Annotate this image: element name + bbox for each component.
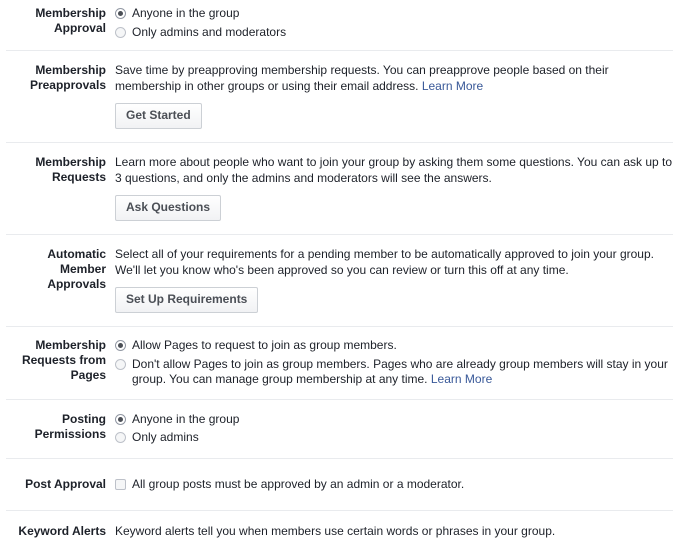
membership-requests-label: Membership Requests xyxy=(0,155,115,185)
radio-icon-unselected[interactable] xyxy=(115,27,126,38)
label-line-2: Approval xyxy=(0,21,106,36)
radio-icon-selected[interactable] xyxy=(115,340,126,351)
radio-icon-selected[interactable] xyxy=(115,414,126,425)
learn-more-link[interactable]: Learn More xyxy=(422,79,483,93)
label-line-1: Membership xyxy=(0,338,106,353)
automatic-approvals-description: Select all of your requirements for a pe… xyxy=(115,247,675,278)
section-membership-requests-from-pages: Membership Requests from Pages Allow Pag… xyxy=(0,327,679,399)
radio-option-only-admins[interactable]: Only admins xyxy=(115,430,675,446)
checkbox-option-post-approval[interactable]: All group posts must be approved by an a… xyxy=(115,477,675,493)
label-line-1: Membership xyxy=(0,63,106,78)
section-keyword-alerts: Keyword Alerts Keyword alerts tell you w… xyxy=(0,511,679,544)
radio-label: Only admins and moderators xyxy=(132,25,286,41)
section-posting-permissions: Posting Permissions Anyone in the group … xyxy=(0,400,679,458)
section-membership-preapprovals: Membership Preapprovals Save time by pre… xyxy=(0,51,679,142)
label-line-1: Automatic Member xyxy=(0,247,106,277)
membership-requests-from-pages-label: Membership Requests from Pages xyxy=(0,338,115,383)
label-line-1: Membership xyxy=(0,155,106,170)
checkbox-icon-unchecked[interactable] xyxy=(115,479,126,490)
radio-icon-unselected[interactable] xyxy=(115,359,126,370)
label-line-2: Preapprovals xyxy=(0,78,106,93)
section-post-approval: Post Approval All group posts must be ap… xyxy=(0,459,679,511)
post-approval-label: Post Approval xyxy=(0,477,115,492)
preapprovals-description: Save time by preapproving membership req… xyxy=(115,63,675,94)
radio-icon-unselected[interactable] xyxy=(115,432,126,443)
radio-label: Only admins xyxy=(132,430,199,446)
posting-permissions-label: Posting Permissions xyxy=(0,412,115,442)
automatic-member-approvals-label: Automatic Member Approvals xyxy=(0,247,115,292)
label-line-2: Requests from Pages xyxy=(0,353,106,383)
group-settings-panel: Membership Approval Anyone in the group … xyxy=(0,0,679,544)
membership-approval-label: Membership Approval xyxy=(0,6,115,36)
label-line-1: Posting Permissions xyxy=(0,412,106,442)
set-up-requirements-button[interactable]: Set Up Requirements xyxy=(115,287,258,313)
radio-label: Anyone in the group xyxy=(132,412,239,428)
membership-preapprovals-label: Membership Preapprovals xyxy=(0,63,115,93)
label-line-2: Approvals xyxy=(0,277,106,292)
radio-label: Anyone in the group xyxy=(132,6,239,22)
section-membership-requests: Membership Requests Learn more about peo… xyxy=(0,143,679,234)
keyword-alerts-label: Keyword Alerts xyxy=(0,524,115,539)
radio-option-dont-allow-pages[interactable]: Don't allow Pages to join as group membe… xyxy=(115,357,675,388)
ask-questions-button[interactable]: Ask Questions xyxy=(115,195,221,221)
checkbox-label: All group posts must be approved by an a… xyxy=(132,477,464,493)
section-automatic-member-approvals: Automatic Member Approvals Select all of… xyxy=(0,235,679,326)
section-membership-approval: Membership Approval Anyone in the group … xyxy=(0,0,679,50)
radio-option-only-admins-and-moderators[interactable]: Only admins and moderators xyxy=(115,25,675,41)
radio-option-allow-pages[interactable]: Allow Pages to request to join as group … xyxy=(115,338,675,354)
radio-label: Don't allow Pages to join as group membe… xyxy=(132,357,668,387)
radio-option-anyone-in-group[interactable]: Anyone in the group xyxy=(115,6,675,22)
keyword-alerts-description: Keyword alerts tell you when members use… xyxy=(115,524,675,540)
label-line-1: Membership xyxy=(0,6,106,21)
radio-icon-selected[interactable] xyxy=(115,8,126,19)
description-text: Save time by preapproving membership req… xyxy=(115,63,609,93)
requests-description: Learn more about people who want to join… xyxy=(115,155,675,186)
get-started-button[interactable]: Get Started xyxy=(115,103,202,129)
learn-more-link[interactable]: Learn More xyxy=(431,372,492,386)
label-line-2: Requests xyxy=(0,170,106,185)
radio-label: Allow Pages to request to join as group … xyxy=(132,338,397,354)
label-line-1: Keyword Alerts xyxy=(0,524,106,539)
label-line-1: Post Approval xyxy=(0,477,106,492)
radio-option-anyone-in-group[interactable]: Anyone in the group xyxy=(115,412,675,428)
